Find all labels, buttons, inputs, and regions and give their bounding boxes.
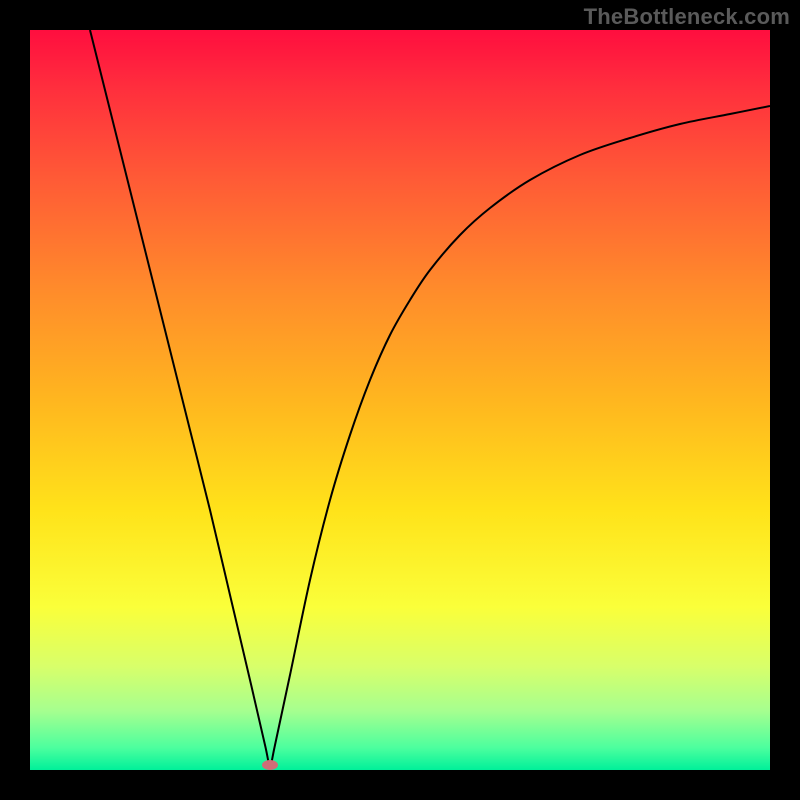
chart-frame: TheBottleneck.com <box>0 0 800 800</box>
plot-svg <box>30 30 770 770</box>
watermark-text: TheBottleneck.com <box>584 4 790 30</box>
bottleneck-curve <box>90 30 770 765</box>
plot-area <box>30 30 770 770</box>
minimum-dot <box>262 760 278 770</box>
